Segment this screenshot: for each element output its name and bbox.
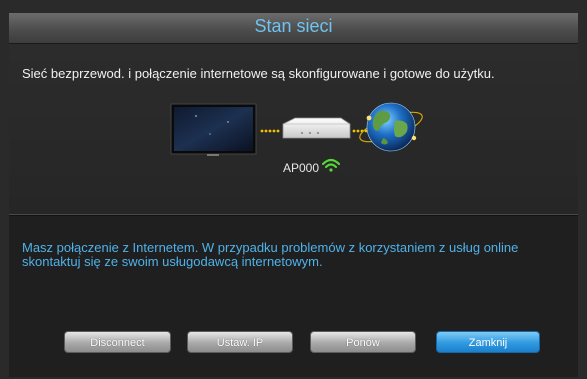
connection-info-message: Masz połączenie z Internetem. W przypadk… [22,240,519,269]
ip-settings-button[interactable]: Ustaw. IP [187,331,293,353]
retry-button[interactable]: Ponów [310,331,416,353]
link-dots-left [260,129,280,133]
router-icon [282,117,351,139]
connection-diagram [170,102,423,172]
access-point-name: AP000 [283,161,320,175]
tv-icon [170,103,257,156]
globe-icon [359,102,423,152]
disconnect-button[interactable]: Disconnect [64,331,171,353]
wifi-icon [321,158,341,172]
close-button[interactable]: Zamknij [436,331,540,353]
